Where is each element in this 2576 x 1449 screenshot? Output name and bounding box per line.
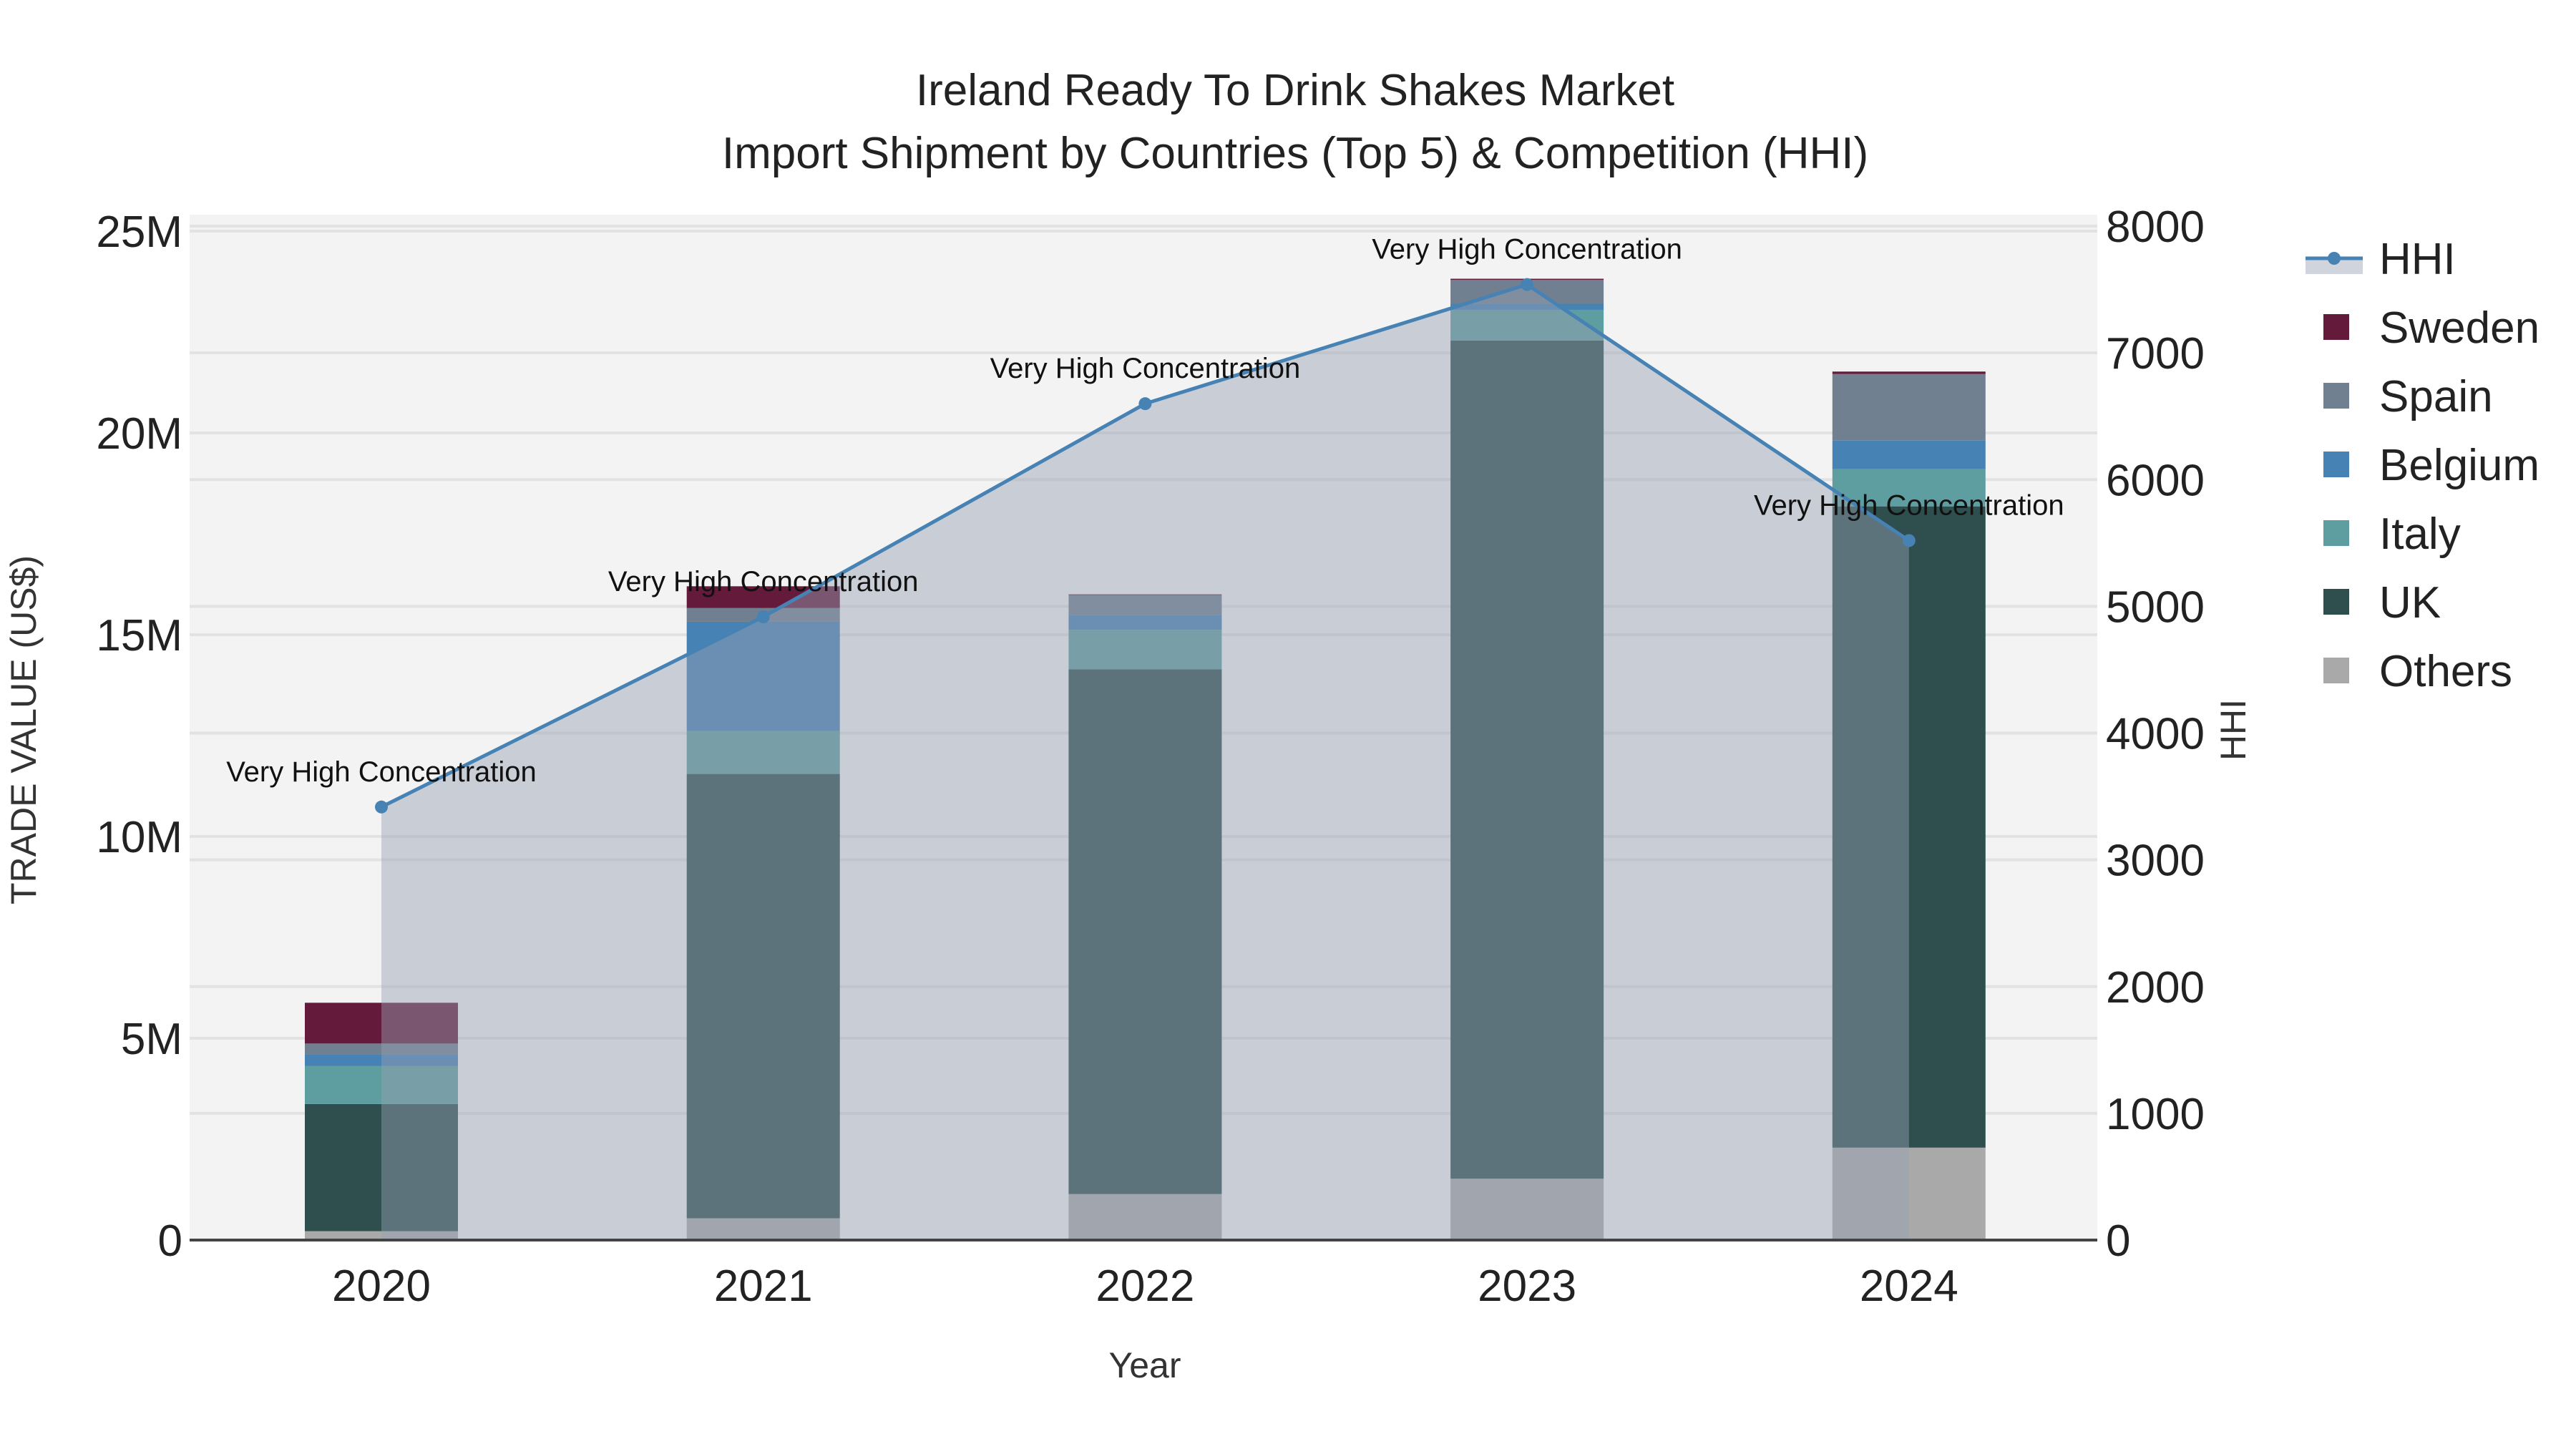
hhi-point-2020[interactable] bbox=[375, 800, 388, 814]
x-tick-label: 2024 bbox=[1860, 1262, 1958, 1311]
y2-tick-label: 8000 bbox=[2106, 203, 2205, 252]
hhi-point-2022[interactable] bbox=[1138, 397, 1152, 411]
y2-tick-label: 3000 bbox=[2106, 836, 2205, 886]
legend-marker bbox=[2328, 252, 2341, 265]
bar-belgium-2024[interactable] bbox=[1832, 440, 1986, 469]
hhi-annotation: Very High Concentration bbox=[990, 353, 1301, 384]
legend-item-italy[interactable]: Italy bbox=[2323, 509, 2461, 559]
chart-subtitle: Import Shipment by Countries (Top 5) & C… bbox=[722, 129, 1868, 178]
hhi-point-2021[interactable] bbox=[756, 610, 770, 624]
y2-tick-label: 2000 bbox=[2106, 963, 2205, 1013]
y2-tick-label: 5000 bbox=[2106, 582, 2205, 632]
legend-swatch bbox=[2323, 314, 2349, 340]
chart: Ireland Ready To Drink Shakes Market Imp… bbox=[4, 66, 2540, 1385]
legend-item-belgium[interactable]: Belgium bbox=[2323, 441, 2540, 490]
hhi-point-2024[interactable] bbox=[1902, 534, 1916, 547]
x-tick-label: 2023 bbox=[1478, 1262, 1576, 1311]
hhi-annotation: Very High Concentration bbox=[226, 756, 537, 788]
legend-item-hhi[interactable]: HHI bbox=[2306, 235, 2456, 284]
hhi-point-2023[interactable] bbox=[1521, 278, 1534, 291]
y-tick-label: 25M bbox=[96, 208, 182, 257]
legend-swatch bbox=[2323, 589, 2349, 615]
legend-label: Italy bbox=[2379, 509, 2461, 559]
legend-label: Sweden bbox=[2379, 303, 2540, 353]
legend-item-spain[interactable]: Spain bbox=[2323, 372, 2493, 421]
y2-tick-label: 1000 bbox=[2106, 1090, 2205, 1139]
hhi-annotation: Very High Concentration bbox=[608, 566, 919, 597]
bar-spain-2024[interactable] bbox=[1832, 374, 1986, 441]
legend-swatch bbox=[2323, 383, 2349, 409]
y-axis-title: TRADE VALUE (US$) bbox=[4, 555, 44, 904]
y-tick-label: 15M bbox=[96, 611, 182, 660]
legend-item-sweden[interactable]: Sweden bbox=[2323, 303, 2540, 353]
y2-tick-label: 6000 bbox=[2106, 456, 2205, 505]
legend-swatch bbox=[2323, 520, 2349, 546]
hhi-annotation: Very High Concentration bbox=[1754, 489, 2064, 521]
y-tick-label: 10M bbox=[96, 813, 182, 862]
y2-tick-label: 7000 bbox=[2106, 329, 2205, 379]
legend-label: Belgium bbox=[2379, 441, 2540, 490]
y-tick-label: 0 bbox=[158, 1216, 182, 1266]
chart-title: Ireland Ready To Drink Shakes Market bbox=[916, 66, 1674, 115]
x-tick-label: 2021 bbox=[714, 1262, 813, 1311]
y2-axis-title: HHI bbox=[2213, 699, 2253, 761]
legend-item-uk[interactable]: UK bbox=[2323, 578, 2441, 628]
bar-sweden-2024[interactable] bbox=[1832, 371, 1986, 374]
y-tick-label: 5M bbox=[121, 1015, 182, 1064]
x-tick-label: 2020 bbox=[332, 1262, 431, 1311]
hhi-annotation: Very High Concentration bbox=[1372, 234, 1682, 265]
legend-label: Others bbox=[2379, 647, 2512, 696]
x-axis-title: Year bbox=[1108, 1345, 1181, 1385]
legend-swatch bbox=[2323, 658, 2349, 683]
legend-label: Spain bbox=[2379, 372, 2493, 421]
y-tick-label: 20M bbox=[96, 409, 182, 459]
legend-item-others[interactable]: Others bbox=[2323, 647, 2512, 696]
y2-tick-label: 4000 bbox=[2106, 710, 2205, 759]
x-tick-label: 2022 bbox=[1096, 1262, 1194, 1311]
legend-swatch bbox=[2323, 452, 2349, 477]
legend: HHI Sweden Spain Belgium Italy UK Others bbox=[2306, 235, 2540, 696]
legend-label: HHI bbox=[2379, 235, 2456, 284]
legend-label: UK bbox=[2379, 578, 2441, 628]
y2-tick-label: 0 bbox=[2106, 1216, 2130, 1266]
